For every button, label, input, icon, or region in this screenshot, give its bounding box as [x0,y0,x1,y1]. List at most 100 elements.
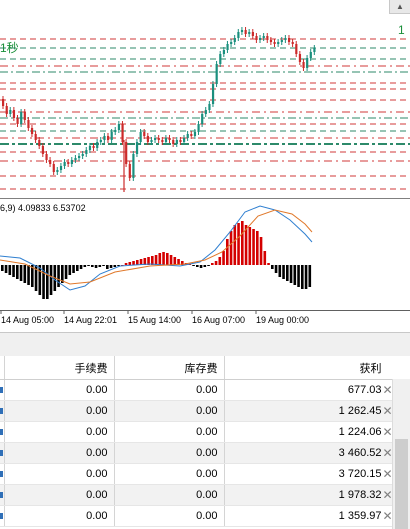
commission-cell: 0.00 [4,400,115,422]
price-chart[interactable]: 1秒 1 [0,14,410,198]
table-row[interactable]: 0.00 0.00 3 460.52 ✕ [0,442,410,464]
osc-histogram-bar [173,257,177,265]
osc-histogram-bar [304,265,308,289]
oscillator-chart[interactable]: 6,9) 4.09833 6.53702 [0,198,410,310]
osc-histogram-bar [76,265,79,271]
candle-body [248,32,251,34]
scroll-up-icon[interactable]: ▲ [389,0,410,14]
osc-histogram-bar [91,265,94,267]
osc-histogram-bar [263,251,267,265]
table-row[interactable]: 0.00 0.00 3 720.15 ✕ [0,463,410,485]
close-x-icon[interactable]: ✕ [382,509,392,523]
scrollbar-thumb[interactable] [395,439,408,529]
candle-body [244,30,247,34]
candle-body [230,42,233,44]
candlesticks [2,27,316,192]
candle-body [9,110,12,114]
candle-body [233,38,236,42]
close-x-icon[interactable]: ✕ [382,488,392,502]
candle-body [161,140,164,142]
osc-histogram-bar [1,265,4,271]
osc-histogram-bar [94,265,98,268]
profit-value: 3 460.52 [338,447,382,459]
candle-body [52,164,55,172]
candle-body [20,112,23,124]
table-row[interactable]: 0.00 0.00 1 978.32 ✕ [0,484,410,506]
trade-table: 手续费 库存费 获利 0.00 0.00 677.03 ✕ 0.00 0.00 1 262.… [0,356,410,527]
candle-body [226,44,229,50]
table-row[interactable]: 0.00 0.00 677.03 ✕ [0,379,410,401]
profit-cell: 3 460.52 ✕ [224,442,410,464]
osc-histogram-bar [68,265,72,275]
table-row[interactable]: 0.00 0.00 1 359.97 ✕ [0,505,410,527]
candle-body [106,136,110,140]
chart-timeframe-label: 1秒 [0,41,19,55]
osc-histogram-bar [237,223,240,265]
close-x-icon[interactable]: ✕ [382,404,392,418]
osc-info-text: 6,9) 4.09833 6.53702 [0,203,86,213]
candle-body [284,38,287,40]
swap-cell: 0.00 [114,505,225,527]
candle-body [306,58,309,68]
candle-body [16,118,19,124]
candle-body [215,64,218,84]
table-row[interactable]: 0.00 0.00 1 224.06 ✕ [0,421,410,443]
candle-body [154,138,157,140]
candle-body [96,142,99,148]
commission-cell: 0.00 [4,505,115,527]
chart-right-label: 1 [398,23,405,37]
candle-body [132,154,135,178]
candle-body [172,140,175,144]
time-tick-label: 14 Aug 22:01 [64,315,117,325]
candle-body [186,134,189,138]
candle-body [27,120,30,128]
column-header-commission[interactable]: 手续费 [4,356,115,380]
close-x-icon[interactable]: ✕ [382,425,392,439]
osc-histogram-bar [136,260,139,265]
candle-body [255,36,258,40]
candle-body [92,146,95,148]
candle-body [193,132,197,136]
osc-histogram-bar [256,231,259,265]
candle-body [99,140,102,142]
profit-cell: 1 224.06 ✕ [224,421,410,443]
osc-histogram-bar [132,261,135,265]
swap-cell: 0.00 [114,421,225,443]
swap-cell: 0.00 [114,484,225,506]
candle-body [302,62,305,68]
candle-body [273,42,276,44]
osc-histogram-bar [124,263,128,265]
osc-histogram-bar [102,265,105,266]
osc-histogram-bar [162,252,165,265]
osc-histogram-bar [274,265,278,273]
profit-value: 1 224.06 [338,426,382,438]
osc-histogram-bar [154,255,158,265]
osc-histogram-bar [196,265,199,267]
table-row[interactable]: 0.00 0.00 1 262.45 ✕ [0,400,410,422]
profit-cell: 1 359.97 ✕ [224,505,410,527]
candle-body [197,124,200,132]
close-x-icon[interactable]: ✕ [382,383,392,397]
candle-body [190,134,193,136]
osc-histogram-bar [203,265,207,267]
column-header-swap[interactable]: 库存费 [114,356,225,380]
osc-histogram-bar [4,265,8,273]
table-scrollbar[interactable] [392,379,410,529]
column-header-profit[interactable]: 获利 [224,356,410,380]
osc-histogram-bar [23,265,27,283]
osc-histogram-bar [308,265,312,287]
close-x-icon[interactable]: ✕ [382,446,392,460]
candle-body [12,110,16,118]
position-marker-icon [0,471,3,477]
position-marker-icon [0,408,3,414]
osc-histogram-bar [113,265,117,267]
close-x-icon[interactable]: ✕ [382,467,392,481]
profit-cell: 1 978.32 ✕ [224,484,410,506]
osc-histogram-bar [297,265,300,287]
osc-histogram-bar [218,257,222,265]
candle-body [63,162,66,166]
osc-histogram-bar [199,265,203,268]
osc-histogram-bar [27,265,30,285]
osc-histogram-bar [222,251,225,265]
candle-body [74,158,77,160]
